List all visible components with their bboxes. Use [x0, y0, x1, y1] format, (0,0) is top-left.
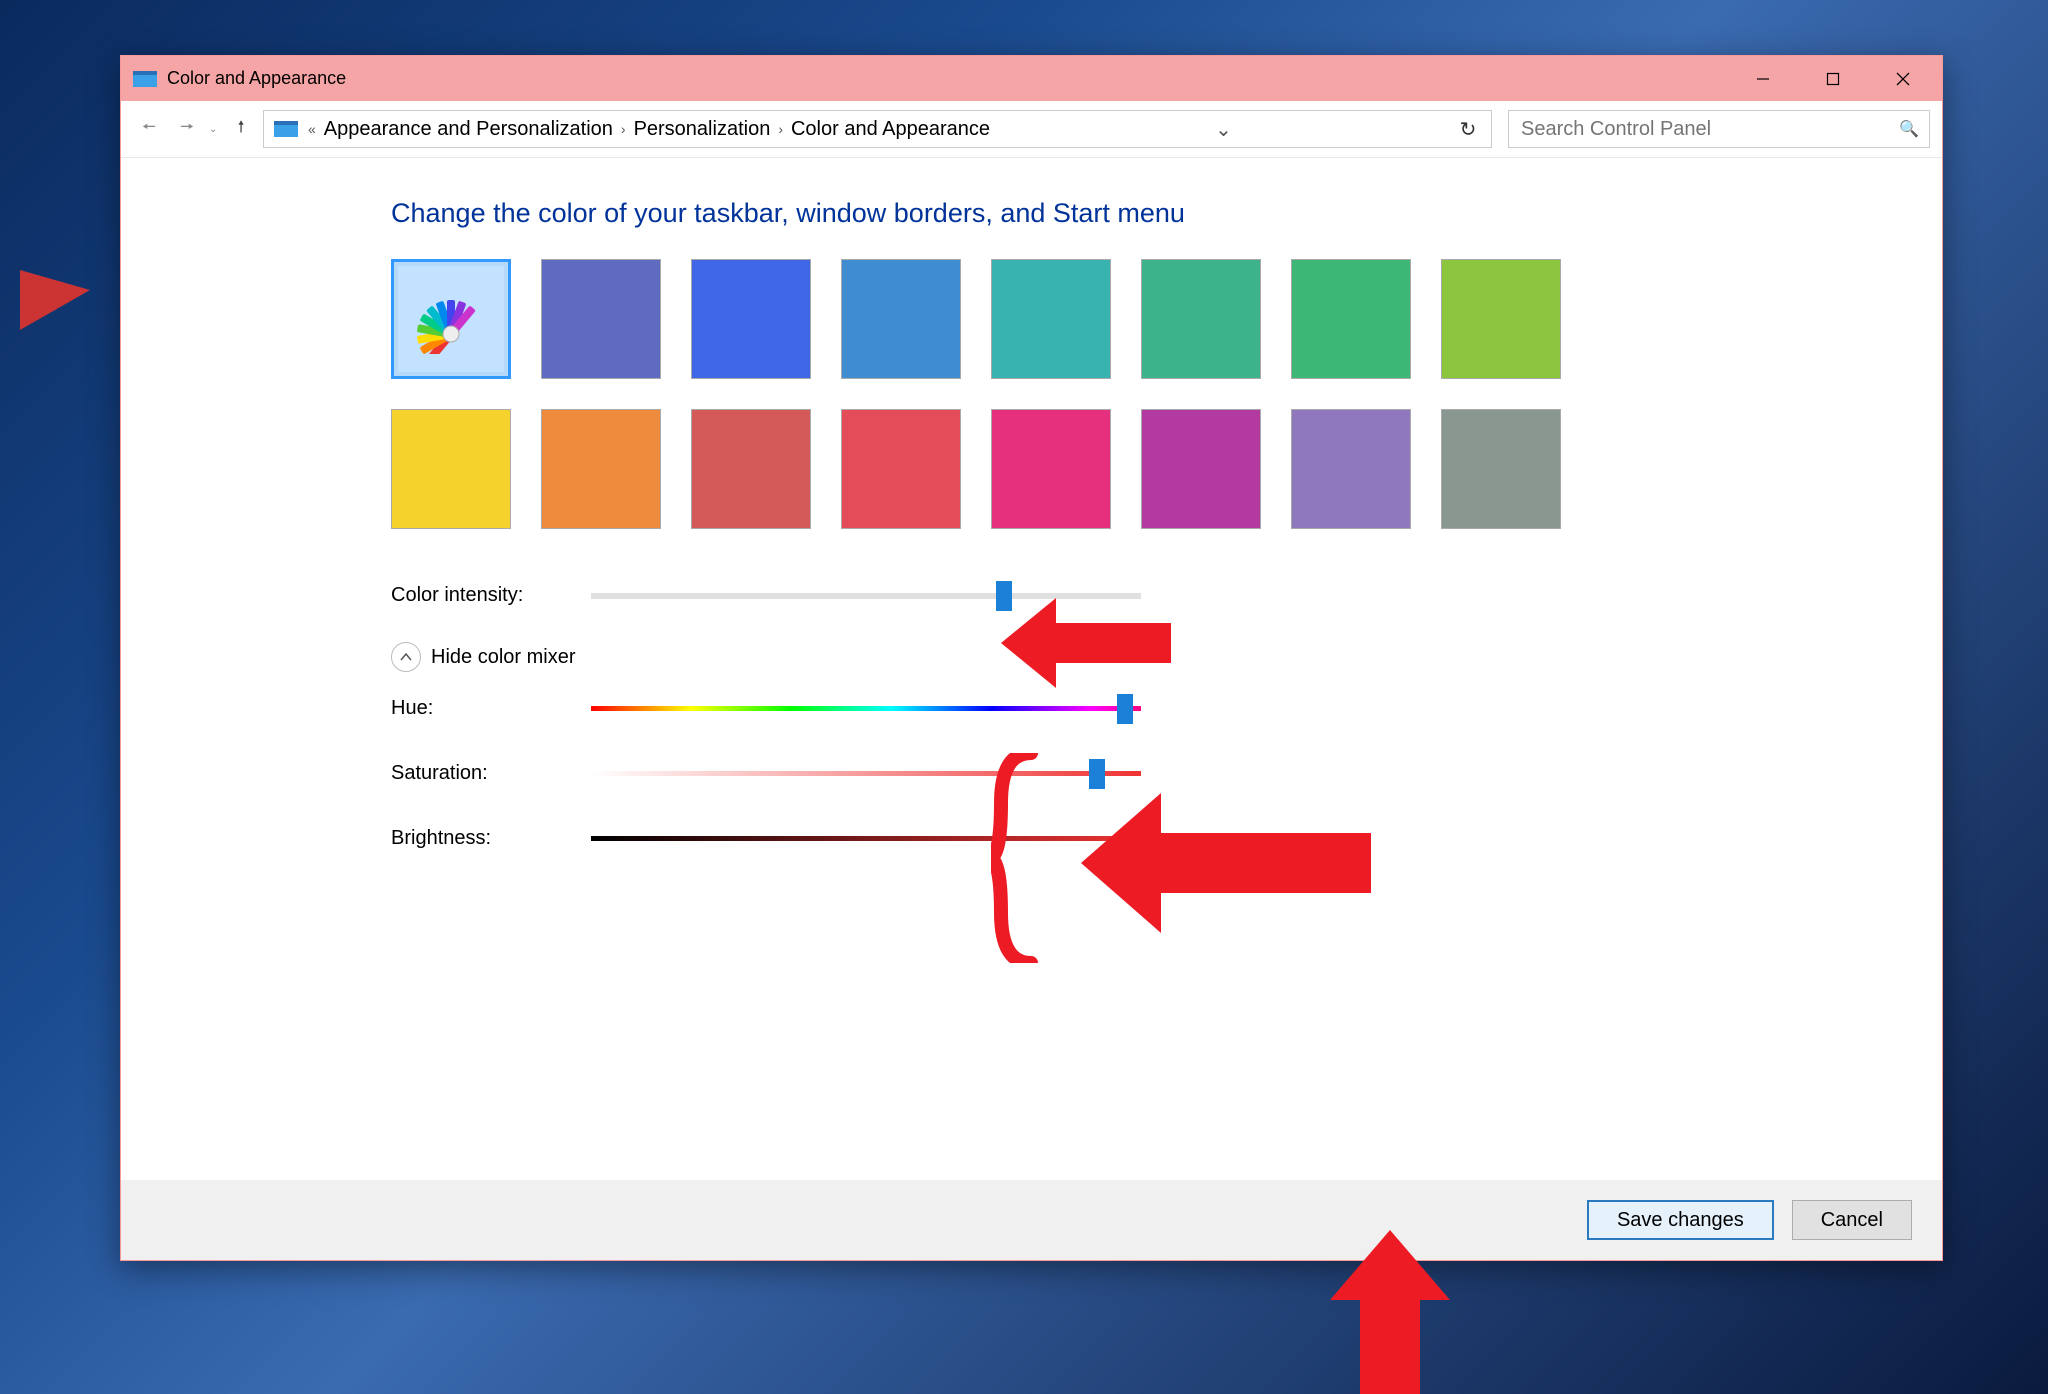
color-swatch-automatic[interactable]: [391, 259, 511, 379]
brightness-slider[interactable]: [591, 836, 1141, 841]
color-swatch[interactable]: [1441, 409, 1561, 529]
refresh-button[interactable]: ↻: [1453, 117, 1483, 142]
breadcrumb-item-personalization[interactable]: Personalization: [630, 118, 775, 141]
hue-row: Hue:: [391, 697, 1902, 720]
brightness-label: Brightness:: [391, 827, 591, 850]
dialog-footer: Save changes Cancel: [121, 1180, 1942, 1260]
nav-history-dropdown[interactable]: ⌄: [209, 124, 219, 135]
annotation-arrow-intensity: [1001, 588, 1181, 698]
titlebar: Color and Appearance: [121, 56, 1942, 101]
color-swatch[interactable]: [1291, 409, 1411, 529]
search-input[interactable]: [1519, 117, 1899, 142]
window-title: Color and Appearance: [167, 68, 346, 89]
color-swatch[interactable]: [691, 259, 811, 379]
nav-forward-button[interactable]: 🠖: [171, 113, 203, 145]
breadcrumb-item-appearance[interactable]: Appearance and Personalization: [320, 118, 617, 141]
color-swatch[interactable]: [541, 259, 661, 379]
maximize-button[interactable]: [1798, 56, 1868, 101]
search-box[interactable]: 🔍: [1508, 110, 1930, 148]
breadcrumb-item-color[interactable]: Color and Appearance: [787, 118, 994, 141]
chevron-right-icon[interactable]: ›: [617, 121, 630, 137]
color-swatch[interactable]: [991, 259, 1111, 379]
color-and-appearance-window: Color and Appearance 🠔 🠖 ⌄ 🠕 « Appearanc…: [120, 55, 1943, 1261]
nav-up-button[interactable]: 🠕: [225, 113, 257, 145]
address-dropdown-button[interactable]: ⌄: [1214, 117, 1234, 142]
color-swatch[interactable]: [1291, 259, 1411, 379]
saturation-thumb[interactable]: [1089, 759, 1105, 789]
saturation-label: Saturation:: [391, 762, 591, 785]
hue-label: Hue:: [391, 697, 591, 720]
color-swatch[interactable]: [1141, 409, 1261, 529]
annotation-arrow-save: [1325, 1230, 1455, 1394]
color-swatch[interactable]: [541, 409, 661, 529]
window-icon: [133, 69, 157, 89]
color-intensity-label: Color intensity:: [391, 584, 591, 607]
color-swatch[interactable]: [391, 409, 511, 529]
color-swatch[interactable]: [841, 409, 961, 529]
nav-toolbar: 🠔 🠖 ⌄ 🠕 « Appearance and Personalization…: [121, 101, 1942, 158]
color-swatch-grid: [391, 259, 1902, 529]
minimize-button[interactable]: [1728, 56, 1798, 101]
chevron-up-icon[interactable]: [391, 642, 421, 672]
saturation-slider[interactable]: [591, 771, 1141, 776]
decorative-flag: [20, 270, 100, 390]
window-controls: [1728, 56, 1938, 101]
save-changes-button[interactable]: Save changes: [1587, 1200, 1774, 1240]
cancel-button[interactable]: Cancel: [1792, 1200, 1912, 1240]
control-panel-icon: [274, 119, 298, 139]
nav-back-button[interactable]: 🠔: [133, 113, 165, 145]
annotation-arrow-mixer: [1081, 788, 1381, 938]
saturation-row: Saturation:: [391, 762, 1902, 785]
color-swatch[interactable]: [1141, 259, 1261, 379]
close-button[interactable]: [1868, 56, 1938, 101]
page-heading: Change the color of your taskbar, window…: [391, 198, 1902, 229]
chevron-right-icon[interactable]: ›: [774, 121, 787, 137]
color-swatch[interactable]: [841, 259, 961, 379]
color-swatch[interactable]: [991, 409, 1111, 529]
breadcrumb-bar[interactable]: « Appearance and Personalization › Perso…: [263, 110, 1492, 148]
content-area: Change the color of your taskbar, window…: [121, 158, 1942, 1180]
color-mixer-toggle-label: Hide color mixer: [431, 646, 575, 669]
search-icon[interactable]: 🔍: [1899, 119, 1919, 139]
annotation-brace: [991, 753, 1046, 963]
breadcrumb-ellipsis[interactable]: «: [304, 121, 320, 137]
color-swatch[interactable]: [1441, 259, 1561, 379]
hue-thumb[interactable]: [1117, 694, 1133, 724]
color-swatch[interactable]: [691, 409, 811, 529]
hue-slider[interactable]: [591, 706, 1141, 711]
